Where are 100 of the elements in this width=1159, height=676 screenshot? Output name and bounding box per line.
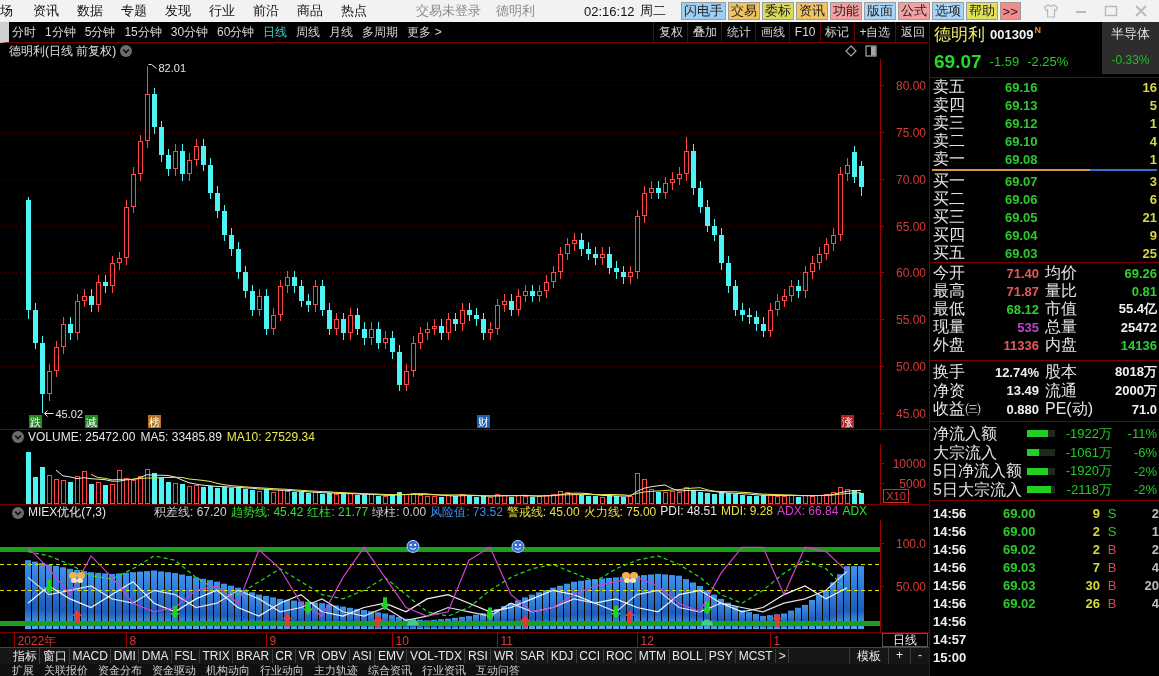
period-tab[interactable]: 月线 bbox=[329, 23, 354, 41]
indicator-tab[interactable]: VR bbox=[296, 649, 319, 663]
toolbar-button[interactable]: 资讯 bbox=[795, 2, 828, 20]
stat-label: 换手 bbox=[933, 363, 966, 382]
period-tab[interactable]: 15分钟 bbox=[124, 23, 162, 41]
dropdown-icon[interactable] bbox=[12, 431, 24, 443]
menu-item[interactable]: 发现 bbox=[165, 2, 191, 20]
order-label: 卖一 bbox=[933, 150, 966, 168]
order-volume: 9 bbox=[1148, 227, 1157, 243]
tick-volume: 26 bbox=[1084, 595, 1100, 611]
sector-tag[interactable]: 半导体 bbox=[1102, 22, 1159, 46]
period-tab[interactable]: 60分钟 bbox=[217, 23, 255, 41]
panel-tab[interactable]: 互动问答 bbox=[476, 664, 520, 676]
event-badge[interactable]: 财 bbox=[477, 415, 490, 428]
toolbar-button[interactable]: 返回 bbox=[895, 22, 929, 42]
toolbar-button[interactable]: 画线 bbox=[755, 22, 790, 42]
indicator-tab[interactable]: CR bbox=[272, 649, 297, 663]
period-tab[interactable]: 多周期 bbox=[362, 23, 399, 41]
menu-item[interactable]: 热点 bbox=[341, 2, 367, 20]
tick-count: 4 bbox=[1150, 559, 1159, 575]
toolbar-button[interactable]: 帮助 bbox=[965, 2, 998, 20]
toolbar-button[interactable]: F10 bbox=[789, 22, 820, 42]
event-badge[interactable]: 榜 bbox=[148, 415, 161, 428]
indicator-tab[interactable]: EMV bbox=[375, 649, 408, 663]
menu-item[interactable]: 资讯 bbox=[33, 2, 59, 20]
indicator-tab[interactable]: MACD bbox=[70, 649, 112, 663]
panel-tab[interactable]: 主力轨迹 bbox=[314, 664, 358, 676]
menu-item[interactable]: 前沿 bbox=[253, 2, 279, 20]
indicator-tab[interactable]: DMI bbox=[111, 649, 140, 663]
toolbar-button[interactable]: 公式 bbox=[897, 2, 930, 20]
toolbar-button[interactable]: 闪电手 bbox=[680, 2, 726, 20]
indicator-tab[interactable]: MCST bbox=[736, 649, 777, 663]
toolbar-button[interactable]: 标记 bbox=[820, 22, 854, 42]
period-tab[interactable]: 更多 > bbox=[407, 23, 442, 41]
period-tab[interactable]: 5分钟 bbox=[84, 23, 116, 41]
indicator-tab[interactable]: MTM bbox=[636, 649, 670, 663]
readout-text: PDI: 48.51 bbox=[660, 504, 717, 520]
period-tab[interactable]: 1分钟 bbox=[45, 23, 76, 41]
axis-label: 5000 bbox=[899, 476, 926, 491]
toolbar-button[interactable]: 叠加 bbox=[687, 22, 722, 42]
stat-value: 2000万 bbox=[1114, 381, 1157, 400]
readout-text: 积差线: 67.20 bbox=[154, 504, 227, 521]
indicator-tab[interactable]: KDJ bbox=[548, 649, 577, 663]
menu-item[interactable]: 商品 bbox=[297, 2, 323, 20]
period-tab[interactable]: 日线 bbox=[263, 23, 288, 41]
indicator-tab[interactable]: VOL-TDX bbox=[407, 649, 466, 663]
event-badge[interactable]: 跌 bbox=[29, 415, 42, 428]
toolbar-button[interactable]: 统计 bbox=[721, 22, 756, 42]
toolbar-button[interactable]: 交易 bbox=[727, 2, 760, 20]
indicator-tab[interactable]: FSL bbox=[172, 649, 201, 663]
split-square-icon[interactable] bbox=[865, 45, 877, 57]
axis-label: 55.00 bbox=[895, 312, 926, 327]
indicator-tab[interactable]: BRAR bbox=[233, 649, 273, 663]
panel-tab[interactable]: 综合资讯 bbox=[368, 664, 412, 676]
period-label[interactable]: 日线 bbox=[882, 633, 928, 647]
order-price: 69.06 bbox=[1005, 191, 1039, 207]
toolbar-button[interactable]: 选项 bbox=[931, 2, 964, 20]
tick-time: 14:56 bbox=[933, 559, 968, 575]
toolbar-button[interactable]: 复权 bbox=[653, 22, 688, 42]
stat-value: 13.49 bbox=[1005, 383, 1039, 399]
stat-label: 现量 bbox=[933, 318, 966, 336]
panel-tab[interactable]: 资金分布 bbox=[98, 664, 142, 676]
toolbar-button[interactable]: 委标 bbox=[761, 2, 794, 20]
order-volume: 25 bbox=[1141, 245, 1157, 261]
period-tab[interactable]: 分时 bbox=[12, 23, 36, 41]
diamond-icon[interactable] bbox=[845, 45, 857, 57]
indicator-tab[interactable]: BOLL bbox=[669, 649, 707, 663]
panel-tab[interactable]: 扩展 bbox=[12, 664, 34, 676]
panel-tab[interactable]: 行业动向 bbox=[260, 664, 304, 676]
menu-item[interactable]: 场 bbox=[0, 2, 13, 20]
toolbar-button[interactable]: 版面 bbox=[863, 2, 896, 20]
indicator-tab[interactable]: DMA bbox=[139, 649, 172, 663]
tick-price: 69.00 bbox=[1003, 505, 1037, 521]
indicator-tab[interactable]: CCI bbox=[576, 649, 604, 663]
toolbar-button[interactable]: 功能 bbox=[829, 2, 862, 20]
indicator-tab[interactable]: ROC bbox=[603, 649, 637, 663]
scroll-button[interactable]: > bbox=[776, 649, 790, 663]
panel-tab[interactable]: 机构动向 bbox=[206, 664, 250, 676]
menu-item[interactable]: 行业 bbox=[209, 2, 235, 20]
indicator-tab[interactable]: TRIX bbox=[200, 649, 234, 663]
indicator-tab[interactable]: PSY bbox=[706, 649, 737, 663]
period-tab[interactable]: 周线 bbox=[296, 23, 321, 41]
event-badge[interactable]: 减 bbox=[85, 415, 98, 428]
menu-item[interactable]: 专题 bbox=[121, 2, 147, 20]
period-tab[interactable]: 30分钟 bbox=[170, 23, 209, 41]
toolbar-button[interactable]: +自选 bbox=[854, 22, 895, 42]
menu-item[interactable]: 数据 bbox=[77, 2, 103, 20]
toolbar-button[interactable]: >> bbox=[999, 2, 1021, 20]
indicator-tab[interactable]: RSI bbox=[465, 649, 492, 663]
indicator-tab[interactable]: OBV bbox=[318, 649, 351, 663]
dropdown-icon[interactable] bbox=[12, 506, 24, 519]
indicator-tab[interactable]: ASI bbox=[350, 649, 376, 663]
panel-tab[interactable]: 关联报价 bbox=[44, 664, 88, 676]
dropdown-icon[interactable] bbox=[120, 45, 133, 57]
panel-tab[interactable]: 资金驱动 bbox=[152, 664, 196, 676]
event-badge[interactable]: 涨 bbox=[841, 415, 854, 428]
indicator-tab[interactable]: WR bbox=[491, 649, 518, 663]
order-price: 69.13 bbox=[1005, 97, 1039, 113]
indicator-tab[interactable]: SAR bbox=[517, 649, 549, 663]
panel-tab[interactable]: 行业资讯 bbox=[422, 664, 466, 676]
